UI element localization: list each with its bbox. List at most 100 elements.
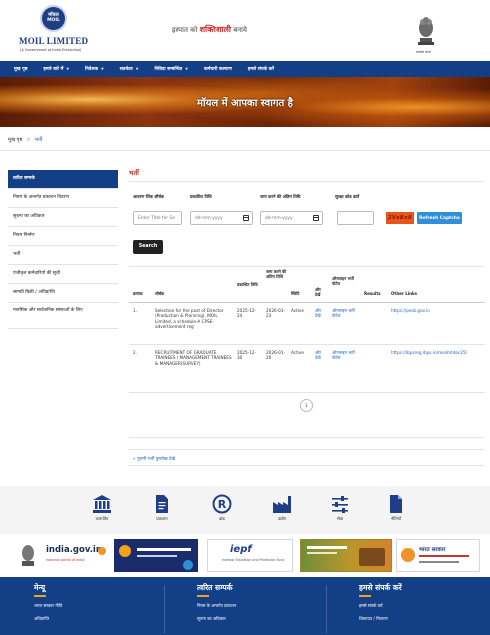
quick-icons-strip: कारपोरेट प्रकाशन R ब्रांड उद्योग सेवा नी… <box>0 486 490 534</box>
col-header-pub-date: प्रकाशित तिथि <box>237 282 258 287</box>
tagline-pre: इस्पात को <box>172 26 198 34</box>
calendar-icon[interactable] <box>313 215 319 221</box>
sidebar-item-quick-links[interactable]: त्वरित सम्पर्क <box>8 170 118 189</box>
quick-link-label: सेवा <box>337 516 343 521</box>
divider <box>129 437 485 438</box>
footer-link[interactable]: सूचना का अधिकार <box>197 616 236 622</box>
emblem-icon <box>22 545 34 566</box>
quick-link-publications[interactable]: प्रकाशन <box>142 494 182 522</box>
footer-divider <box>326 585 327 633</box>
breadcrumb-home[interactable]: मुख पृष्ठ <box>8 137 22 143</box>
emblem-caption: सत्यमेव जयते <box>416 50 431 54</box>
pagination-page[interactable]: 1 <box>300 399 313 412</box>
refresh-captcha-button[interactable]: Refresh Captcha <box>417 212 462 224</box>
scheme-text-line <box>307 552 337 554</box>
scheme-image <box>359 548 385 566</box>
nav-label: हमसे संपर्क करें <box>247 67 274 72</box>
site-header: मॉयल MOIL MOIL LIMITED (A Government of … <box>0 0 490 58</box>
footer-link[interactable]: हमसे संपर्क करें <box>359 603 402 609</box>
last-date-input[interactable]: dd-mm-yyyy <box>260 211 323 225</box>
site-footer: मेन्यू भारत सरकार नीति अधिप्राप्ति त्वरि… <box>0 577 490 635</box>
page-title: भर्ती <box>129 169 139 177</box>
hero-banner: मॉयल में आपका स्वागत है <box>0 77 490 127</box>
captcha-input[interactable] <box>337 211 374 225</box>
banner-title: मॉयल में आपका स्वागत है <box>197 98 293 109</box>
more-link[interactable]: और देखें <box>315 308 327 319</box>
search-button[interactable]: Search <box>133 240 163 254</box>
nav-label: मुख पृष्ठ <box>14 67 28 72</box>
quick-link-label: कारपोरेट <box>95 516 109 521</box>
pub-date-label: प्रकाशित तिथि <box>190 194 212 199</box>
footer-link[interactable]: अधिप्राप्ति <box>34 616 62 622</box>
table-header: क्रमांक शीर्षक प्रकाशित तिथि जमा करने की… <box>129 266 485 303</box>
portal-link[interactable]: ऑनलाइन भर्ती पोर्टल <box>332 308 360 319</box>
breadcrumb-current: भर्ती <box>34 137 43 143</box>
nav-tenders[interactable]: निविदा सम्बन्धित ▼ <box>154 66 188 72</box>
portal-text-line <box>137 548 191 551</box>
divider <box>129 449 485 450</box>
sidebar-item-rti[interactable]: सूचना का अधिकार <box>8 208 118 227</box>
bharat-text-line <box>419 555 469 557</box>
footer-col-menu: मेन्यू भारत सरकार नीति अधिप्राप्ति <box>34 583 62 629</box>
iepf-logo[interactable]: iepf Investor Education and Protection F… <box>207 539 293 572</box>
scheme-logo[interactable] <box>300 539 392 572</box>
moil-logo[interactable]: मॉयल MOIL <box>40 5 67 32</box>
footer-link[interactable]: भारत सरकार नीति <box>34 603 62 609</box>
quick-link-policies[interactable]: नीतियाँ <box>376 494 416 522</box>
quick-link-brand[interactable]: R ब्रांड <box>202 494 242 522</box>
sidebar-item-institutions[interactable]: मानसिक और सार्वजनिक संस्थाओं के लिए <box>8 303 118 329</box>
india-gov-sub: national portal of india <box>46 558 85 562</box>
sidebar-item-rules[interactable]: नियम निर्माण <box>8 227 118 246</box>
footer-col-contact: हमसे संपर्क करें हमसे संपर्क करें शिकायत… <box>359 583 402 629</box>
sidebar-item-registered-list[interactable]: पंजीकृत कर्मचारियों की सूची <box>8 265 118 284</box>
cell-last-date: 2026-01-23 <box>266 308 286 319</box>
footer-accent-bar <box>197 595 209 597</box>
footer-link[interactable]: शिकायत / निवारण <box>359 616 402 622</box>
sidebar-item-recruitment[interactable]: भर्ती <box>8 246 118 265</box>
bharat-logo[interactable]: भारत सरकार <box>396 539 480 572</box>
title-search-input[interactable]: Enter Title for Se <box>133 211 182 225</box>
cell-status: Active <box>291 350 304 355</box>
quick-link-corporate[interactable]: कारपोरेट <box>82 494 122 522</box>
cell-status: Active <box>291 308 304 313</box>
portal-link[interactable]: ऑनलाइन भर्ती पोर्टल <box>332 350 360 361</box>
footer-heading: हमसे संपर्क करें <box>359 583 402 592</box>
archive-link[interactable]: » पुरानी भर्ती पुरालेख देखें <box>133 456 175 462</box>
footer-divider <box>164 585 165 633</box>
captcha-label: सुरक्षा कोड डालें <box>335 194 360 199</box>
sliders-icon <box>332 496 348 513</box>
nav-about[interactable]: हमारे बारे में ▼ <box>43 66 69 72</box>
other-link[interactable]: https://ibpsreg.ibps.in/moilmtdec25/ <box>391 350 483 355</box>
other-link[interactable]: https://pesb.gov.in <box>391 308 483 313</box>
sidebar-item-material-sales[interactable]: सामग्री बिक्री / अधिप्राप्ति <box>8 284 118 303</box>
nav-home[interactable]: मुख पृष्ठ <box>14 66 27 72</box>
nav-contact[interactable]: हमसे संपर्क करें <box>248 66 274 72</box>
divider <box>129 181 485 182</box>
footer-link[interactable]: नियम के अन्तर्गत प्रकाशन <box>197 603 236 609</box>
pub-date-placeholder: dd-mm-yyyy <box>195 216 223 221</box>
nav-welfare[interactable]: कर्मचारी कल्याण <box>204 66 232 72</box>
pub-date-input[interactable]: dd-mm-yyyy <box>190 211 253 225</box>
sidebar-item-publication[interactable]: नियम के अन्तर्गत प्रकाशन विवरण <box>8 189 118 208</box>
emblem-logo[interactable] <box>14 539 42 572</box>
portal-emblem-icon <box>119 545 131 557</box>
last-date-placeholder: dd-mm-yyyy <box>265 216 293 221</box>
divider <box>129 465 485 466</box>
quick-link-label: ब्रांड <box>219 516 225 521</box>
tagline: इस्पात को शक्तिशाली बनाये <box>172 24 247 35</box>
bank-icon <box>93 495 111 513</box>
nav-investors[interactable]: निवेशक ▼ <box>85 66 104 72</box>
col-header-portal: ऑनलाइन भर्ती पोर्टल <box>332 276 354 287</box>
nav-vigilance[interactable]: सतर्कता ▼ <box>120 66 139 72</box>
col-header-more: और देखें <box>315 287 321 298</box>
india-gov-logo[interactable]: india.gov.in national portal of india <box>42 539 110 572</box>
quick-link-services[interactable]: सेवा <box>320 494 360 522</box>
main-nav: मुख पृष्ठ हमारे बारे में ▼ निवेशक ▼ सतर्कत… <box>0 61 490 77</box>
calendar-icon[interactable] <box>243 215 249 221</box>
more-link[interactable]: और देखें <box>315 350 327 361</box>
quick-link-industry[interactable]: उद्योग <box>262 494 302 522</box>
captcha-image: 2VsBx8 <box>386 212 414 224</box>
portal-logo[interactable] <box>114 539 198 572</box>
footer-heading: त्वरित सम्पर्क <box>197 583 233 592</box>
title-filter-label: आवरण लिंक शीर्षक <box>133 194 164 199</box>
